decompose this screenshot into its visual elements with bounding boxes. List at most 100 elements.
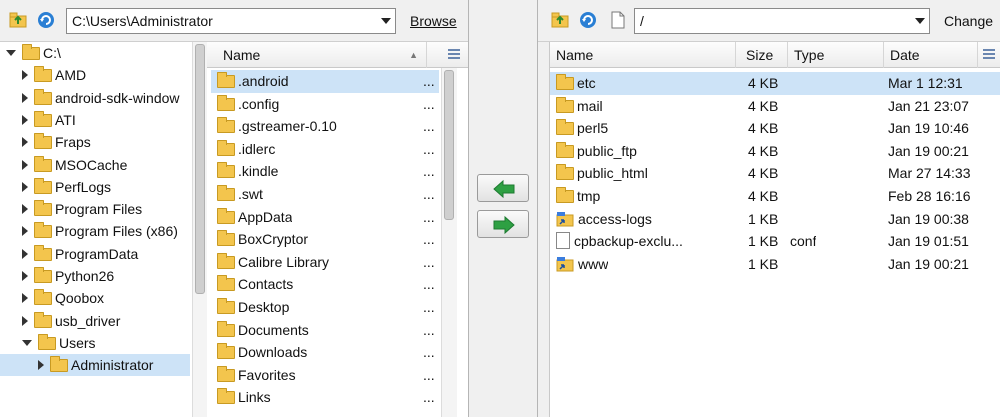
tree-item[interactable]: android-sdk-window — [0, 87, 190, 109]
remote-name-header-label: Name — [556, 47, 594, 63]
tree-item-label: AMD — [55, 67, 87, 84]
remote-file-name: public_ftp — [577, 142, 637, 159]
remote-file-row[interactable]: mail 4 KB Jan 21 23:07 — [550, 95, 1000, 118]
local-list-scroll-thumb[interactable] — [444, 70, 454, 220]
local-file-row[interactable]: Links... — [211, 386, 439, 409]
tree-item[interactable]: usb_driver — [0, 310, 190, 332]
local-file-row[interactable]: .config... — [211, 93, 439, 116]
tree-item[interactable]: C:\ — [0, 42, 190, 64]
document-icon — [608, 10, 628, 30]
tree-item[interactable]: Administrator — [0, 354, 190, 377]
remote-file-row[interactable]: etc 4 KB Mar 1 12:31 — [550, 72, 1000, 95]
remote-file-list[interactable]: etc 4 KB Mar 1 12:31 mail 4 KB Jan 21 23:07 pe… — [550, 68, 1000, 417]
local-file-row[interactable]: Downloads... — [211, 341, 439, 364]
tree-item-label: Qoobox — [55, 290, 105, 307]
chevron-down-icon[interactable] — [915, 18, 925, 24]
folder-icon — [34, 66, 52, 83]
expand-right-icon[interactable] — [22, 226, 28, 237]
remote-path-text: / — [640, 13, 644, 29]
remote-file-date: Jan 21 23:07 — [888, 97, 969, 114]
column-chooser-icon[interactable] — [978, 42, 1000, 68]
expand-right-icon[interactable] — [22, 92, 28, 103]
tree-item[interactable]: AMD — [0, 64, 190, 86]
expand-right-icon[interactable] — [38, 360, 44, 371]
remote-size-column-header[interactable]: Size — [736, 42, 788, 68]
local-file-list[interactable]: .android... .config... .gstreamer-0.10....… — [207, 68, 439, 417]
expand-right-icon[interactable] — [22, 315, 28, 326]
local-file-more: ... — [423, 366, 435, 383]
expand-right-icon[interactable] — [22, 181, 28, 192]
local-list-scrollbar[interactable] — [441, 68, 457, 417]
column-chooser-icon[interactable] — [441, 42, 468, 68]
local-file-row[interactable]: BoxCryptor... — [211, 228, 439, 251]
refresh-icon[interactable] — [36, 10, 56, 30]
remote-file-row[interactable]: cpbackup-exclu... 1 KB conf Jan 19 01:51 — [550, 230, 1000, 253]
local-file-row[interactable]: .idlerc... — [211, 138, 439, 161]
tree-item[interactable]: Users — [0, 332, 190, 354]
up-folder-icon[interactable] — [550, 10, 570, 30]
remote-toolbar: / Change — [538, 0, 1000, 42]
up-folder-icon[interactable] — [8, 10, 28, 30]
local-name-column-header[interactable]: Name ▲ — [217, 42, 427, 68]
tree-item-label: Program Files — [55, 201, 143, 218]
local-file-name: .android — [238, 73, 289, 89]
local-file-row[interactable]: Desktop... — [211, 296, 439, 319]
local-file-more: ... — [423, 344, 435, 361]
remote-file-date: Jan 19 00:38 — [888, 210, 969, 227]
remote-name-column-header[interactable]: Name — [550, 42, 736, 68]
expand-right-icon[interactable] — [22, 248, 28, 259]
tree-item[interactable]: Qoobox — [0, 287, 190, 309]
expand-right-icon[interactable] — [22, 137, 28, 148]
local-file-row[interactable]: .swt... — [211, 183, 439, 206]
expand-right-icon[interactable] — [22, 204, 28, 215]
tree-item[interactable]: Fraps — [0, 131, 190, 153]
expand-down-icon[interactable] — [22, 339, 32, 346]
local-path-input[interactable]: C:\Users\Administrator — [66, 8, 396, 34]
remote-file-row[interactable]: www 1 KB Jan 19 00:21 — [550, 253, 1000, 276]
local-file-row[interactable]: Documents... — [211, 319, 439, 342]
tree-scrollbar[interactable] — [192, 42, 207, 417]
local-file-row[interactable]: AppData... — [211, 206, 439, 229]
tree-scroll-thumb[interactable] — [195, 44, 205, 294]
local-file-row[interactable]: Favorites... — [211, 364, 439, 387]
tree-item[interactable]: ProgramData — [0, 243, 190, 265]
remote-file-row[interactable]: public_ftp 4 KB Jan 19 00:21 — [550, 140, 1000, 163]
local-file-row[interactable]: Calibre Library... — [211, 251, 439, 274]
local-file-row[interactable]: Contacts... — [211, 273, 439, 296]
expand-down-icon[interactable] — [6, 50, 16, 56]
remote-date-column-header[interactable]: Date — [884, 42, 978, 68]
green-arrow-right-icon — [493, 215, 515, 235]
local-file-row[interactable]: .android... — [211, 70, 439, 93]
local-folder-tree[interactable]: C:\ AMD android-sdk-window ATI Fraps MSOCache… — [0, 42, 206, 417]
local-file-more: ... — [423, 73, 435, 89]
tree-item[interactable]: Program Files — [0, 198, 190, 220]
download-button[interactable] — [477, 174, 529, 202]
change-button[interactable]: Change — [944, 13, 993, 29]
remote-file-size: 4 KB — [748, 120, 779, 137]
expand-right-icon[interactable] — [22, 293, 28, 304]
tree-item[interactable]: Program Files (x86) — [0, 220, 190, 242]
remote-file-row[interactable]: access-logs 1 KB Jan 19 00:38 — [550, 208, 1000, 231]
tree-item[interactable]: Python26 — [0, 265, 190, 287]
remote-file-row[interactable]: perl5 4 KB Jan 19 10:46 — [550, 117, 1000, 140]
tree-item[interactable]: ATI — [0, 109, 190, 131]
folder-icon — [217, 162, 235, 179]
browse-button[interactable]: Browse — [410, 13, 457, 29]
remote-file-size: 4 KB — [748, 75, 779, 91]
remote-file-row[interactable]: tmp 4 KB Feb 28 16:16 — [550, 185, 1000, 208]
tree-item[interactable]: PerfLogs — [0, 176, 190, 198]
refresh-icon[interactable] — [578, 10, 598, 30]
remote-type-column-header[interactable]: Type — [788, 42, 884, 68]
remote-file-row[interactable]: public_html 4 KB Mar 27 14:33 — [550, 162, 1000, 185]
expand-right-icon[interactable] — [22, 70, 28, 81]
local-file-row[interactable]: .kindle... — [211, 160, 439, 183]
expand-right-icon[interactable] — [22, 114, 28, 125]
file-icon — [556, 232, 570, 250]
chevron-down-icon[interactable] — [381, 18, 391, 24]
upload-button[interactable] — [477, 210, 529, 238]
expand-right-icon[interactable] — [22, 159, 28, 170]
expand-right-icon[interactable] — [22, 271, 28, 281]
tree-item[interactable]: MSOCache — [0, 154, 190, 176]
remote-path-input[interactable]: / — [634, 8, 930, 34]
local-file-row[interactable]: .gstreamer-0.10... — [211, 115, 439, 138]
